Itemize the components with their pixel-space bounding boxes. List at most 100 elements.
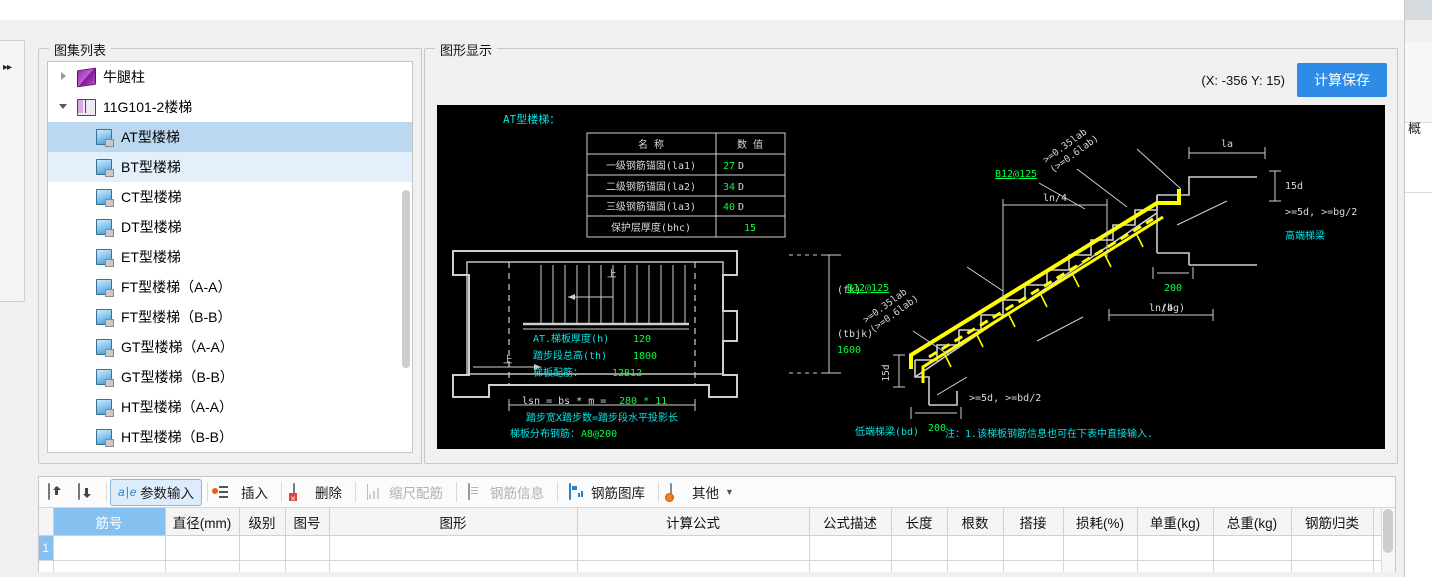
calculate-save-button[interactable]: 计算保存 xyxy=(1297,63,1387,97)
svg-text:一级钢筋锚固(la1): 一级钢筋锚固(la1) xyxy=(606,159,696,172)
grid-cell[interactable] xyxy=(890,560,948,572)
grid-cell[interactable] xyxy=(1212,560,1292,572)
grid-cell[interactable] xyxy=(164,560,240,572)
delete-doc-icon xyxy=(293,483,311,500)
grid-cell[interactable] xyxy=(1002,535,1064,561)
move-up-button[interactable] xyxy=(43,479,71,506)
tree-item-10[interactable]: GT型楼梯（B-B） xyxy=(48,362,412,392)
rebar-library-button[interactable]: 钢筋图库 xyxy=(561,479,653,506)
column-header[interactable]: 根数 xyxy=(946,508,1004,536)
grid-corner-header xyxy=(39,508,54,536)
toolbar-separator xyxy=(207,482,208,502)
grid-cell[interactable] xyxy=(328,535,578,561)
svg-text:40: 40 xyxy=(723,202,735,213)
tree-item-1[interactable]: 11G101-2楼梯 xyxy=(48,92,412,122)
grid-cell[interactable] xyxy=(284,560,330,572)
other-button[interactable]: 其他 ▼ xyxy=(662,479,742,506)
table-row[interactable] xyxy=(39,560,1395,572)
column-header[interactable]: 筋号 xyxy=(52,508,166,536)
tree-item-label: DT型楼梯 xyxy=(121,219,182,235)
move-down-button[interactable] xyxy=(73,479,101,506)
toolbar-separator xyxy=(355,482,356,502)
grid-vertical-scrollbar[interactable] xyxy=(1381,508,1395,572)
tree-scrollbar-thumb[interactable] xyxy=(402,190,410,368)
grid-cell[interactable] xyxy=(328,560,578,572)
grid-cell[interactable] xyxy=(808,535,892,561)
double-chevron-right-icon[interactable]: ▸▸ xyxy=(3,63,12,73)
column-header[interactable]: 公式描述 xyxy=(808,508,892,536)
grid-cell[interactable] xyxy=(164,535,240,561)
tree-item-4[interactable]: CT型楼梯 xyxy=(48,182,412,212)
rebar-info-label: 钢筋信息 xyxy=(490,486,544,501)
tree-item-12[interactable]: HT型楼梯（B-B） xyxy=(48,422,412,452)
right-edge-row-1 xyxy=(1405,42,1432,83)
tree-item-0[interactable]: 牛腿柱 xyxy=(48,62,412,92)
cad-canvas[interactable]: AT型楼梯： 名 称 数 值 一级钢筋锚固(la1) 二级钢筋锚固(la2) 三… xyxy=(437,105,1385,449)
grid-cell[interactable] xyxy=(1136,560,1214,572)
grid-cell[interactable] xyxy=(52,535,166,561)
tree-item-label: CT型楼梯 xyxy=(121,189,182,205)
grid-cell[interactable] xyxy=(946,535,1004,561)
insert-row-icon xyxy=(212,484,237,500)
grid-cell[interactable] xyxy=(576,560,810,572)
column-header[interactable]: 总重(kg) xyxy=(1212,508,1292,536)
grid-cell[interactable] xyxy=(1290,535,1374,561)
delete-button[interactable]: 删除 xyxy=(285,479,350,506)
grid-cell[interactable] xyxy=(576,535,810,561)
row-number[interactable]: 1 xyxy=(39,535,54,561)
tree-item-6[interactable]: ET型楼梯 xyxy=(48,242,412,272)
tree-item-11[interactable]: HT型楼梯（A-A） xyxy=(48,392,412,422)
graphic-display-title: 图形显示 xyxy=(435,40,498,59)
column-header[interactable]: 图形 xyxy=(328,508,578,536)
svg-text:低端梯梁(bd): 低端梯梁(bd) xyxy=(855,425,919,438)
param-input-button[interactable]: a|e 参数输入 xyxy=(110,478,202,506)
column-header[interactable]: 钢筋归类 xyxy=(1290,508,1374,536)
right-edge-row-2 xyxy=(1405,82,1432,123)
chevron-right-icon[interactable] xyxy=(58,70,72,84)
grid-cell[interactable] xyxy=(890,535,948,561)
row-number[interactable] xyxy=(39,560,54,572)
column-header[interactable]: 单重(kg) xyxy=(1136,508,1214,536)
tree-item-5[interactable]: DT型楼梯 xyxy=(48,212,412,242)
column-header[interactable]: 长度 xyxy=(890,508,948,536)
library-icon xyxy=(569,483,587,500)
page-icon xyxy=(94,428,114,447)
column-header[interactable]: 级别 xyxy=(238,508,286,536)
grid-cell[interactable] xyxy=(1002,560,1064,572)
grid-cell[interactable] xyxy=(1136,535,1214,561)
tree-item-9[interactable]: GT型楼梯（A-A） xyxy=(48,332,412,362)
grid-cell[interactable] xyxy=(946,560,1004,572)
grid-cell[interactable] xyxy=(52,560,166,572)
grid-cell[interactable] xyxy=(1212,535,1292,561)
column-header[interactable]: 直径(mm) xyxy=(164,508,240,536)
table-row[interactable]: 1 xyxy=(39,535,1395,561)
column-header[interactable]: 损耗(%) xyxy=(1062,508,1138,536)
svg-text:lsn = bs * m =: lsn = bs * m = xyxy=(522,396,606,407)
grid-cell[interactable] xyxy=(238,535,286,561)
chevron-down-icon[interactable] xyxy=(58,100,72,114)
insert-button[interactable]: 插入 xyxy=(211,479,276,506)
grid-cell[interactable] xyxy=(284,535,330,561)
grid-cell[interactable] xyxy=(808,560,892,572)
grid-cell[interactable] xyxy=(1062,560,1138,572)
chevron-down-icon[interactable]: ▼ xyxy=(725,487,734,497)
column-header[interactable]: 搭接 xyxy=(1002,508,1064,536)
tree-item-2[interactable]: AT型楼梯 xyxy=(48,122,412,152)
tree-item-7[interactable]: FT型楼梯（A-A） xyxy=(48,272,412,302)
left-collapsed-rail[interactable]: ▸▸ xyxy=(0,40,25,302)
page-icon xyxy=(94,188,114,207)
grid-cell[interactable] xyxy=(238,560,286,572)
rebar-grid[interactable]: 筋号 直径(mm) 级别 图号 图形 计算公式 公式描述 长度 根数 搭接 损耗(%) 单重(kg) 总… xyxy=(39,508,1395,572)
a-to-e-icon: a|e xyxy=(118,485,138,499)
column-header[interactable]: 计算公式 xyxy=(576,508,810,536)
atlas-tree[interactable]: 牛腿柱 11G101-2楼梯 AT型楼梯 BT型楼梯 CT型楼梯 DT型楼梯 ET型楼梯 FT… xyxy=(47,61,413,453)
tree-item-3[interactable]: BT型楼梯 xyxy=(48,152,412,182)
column-header[interactable]: 图号 xyxy=(284,508,330,536)
atlas-list-group: 图集列表 牛腿柱 11G101-2楼梯 AT型楼梯 BT型楼梯 CT型楼梯 DT型楼梯 ET… xyxy=(38,40,422,464)
grid-scrollbar-thumb[interactable] xyxy=(1383,509,1393,553)
grid-cell[interactable] xyxy=(1062,535,1138,561)
tree-item-8[interactable]: FT型楼梯（B-B） xyxy=(48,302,412,332)
scale-rebar-button: 缩尺配筋 xyxy=(359,479,451,506)
rebar-editor-panel: a|e参数输入 插入 删除 缩尺配筋 钢筋信息 钢筋图库 其他 ▼ 筋号直径(mm)级别图号图… xyxy=(38,476,1396,572)
grid-cell[interactable] xyxy=(1290,560,1374,572)
